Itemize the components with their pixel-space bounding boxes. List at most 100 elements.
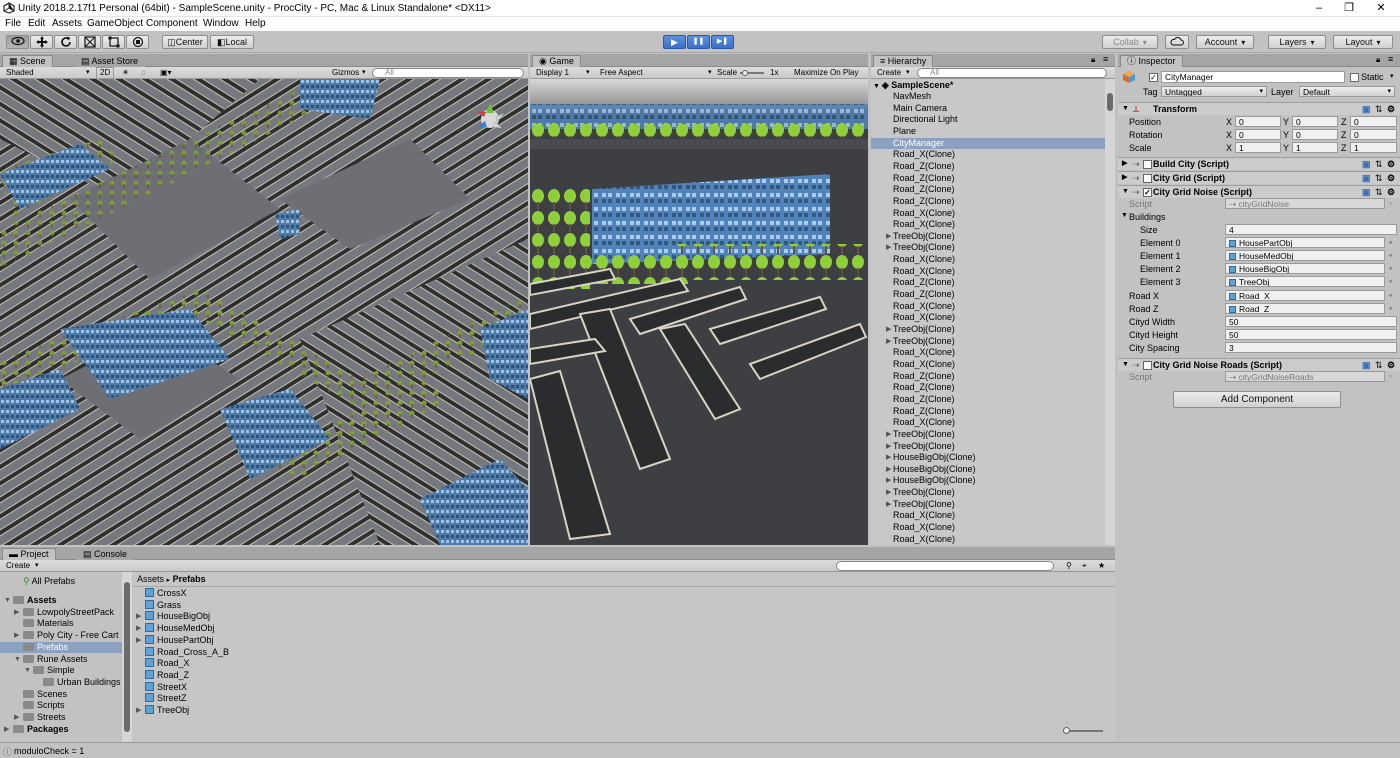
transform-tool-button[interactable] (126, 35, 149, 49)
step-button[interactable]: ▶❚ (711, 35, 734, 49)
road-z-field[interactable]: Road_Z (1225, 303, 1385, 314)
collapsed-chevron-icon[interactable]: ▶ (886, 452, 891, 464)
project-tree-scrollbar[interactable] (122, 572, 132, 742)
asset-item[interactable]: Road_Cross_A_B (133, 646, 533, 659)
hierarchy-item[interactable]: Road_X(Clone) (871, 510, 1105, 522)
axis-z-label[interactable]: Z (1341, 117, 1347, 127)
help-book-icon[interactable]: ▣ (1362, 359, 1371, 371)
hierarchy-item[interactable]: ▶ TreeObj(Clone) (871, 336, 1105, 348)
axis-z-label[interactable]: Z (1341, 130, 1347, 140)
hierarchy-item[interactable]: ▶ TreeObj(Clone) (871, 441, 1105, 453)
hierarchy-item[interactable]: Road_Z(Clone) (871, 406, 1105, 418)
preset-icon[interactable]: ⇅ (1375, 172, 1383, 184)
hierarchy-item[interactable]: Road_X(Clone) (871, 534, 1105, 545)
help-book-icon[interactable]: ▣ (1362, 103, 1371, 115)
axis-x-label[interactable]: X (1226, 130, 1232, 140)
transform-rotation-y-field[interactable]: 0 (1292, 129, 1338, 140)
road-x-field[interactable]: Road_X (1225, 290, 1385, 301)
asset-item[interactable]: Grass (133, 599, 533, 612)
project-folder-item[interactable]: ▼ Assets (0, 595, 122, 607)
asset-item[interactable]: StreetZ (133, 693, 533, 705)
object-picker-icon[interactable]: ◦ (1389, 263, 1392, 273)
static-chevron-icon[interactable]: ▾ (1390, 72, 1394, 80)
size-field[interactable]: 4 (1225, 224, 1397, 235)
maximize-on-play-toggle[interactable]: Maximize On Play (794, 67, 858, 79)
hierarchy-item[interactable]: Road_X(Clone) (871, 347, 1105, 359)
rect-tool-button[interactable] (102, 35, 125, 49)
collapsed-chevron-icon[interactable]: ▶ (136, 611, 141, 623)
panel-menu-icon[interactable]: ≡ (1103, 54, 1108, 64)
tag-dropdown[interactable]: Untagged ▾ (1161, 86, 1267, 97)
city-spacing-field[interactable]: 3 (1225, 342, 1397, 353)
hierarchy-item[interactable]: Road_X(Clone) (871, 208, 1105, 220)
tab-game[interactable]: ◉ Game (532, 55, 581, 67)
menu-edit[interactable]: Edit (28, 18, 45, 29)
hierarchy-item[interactable]: Road_X(Clone) (871, 522, 1105, 534)
hierarchy-item[interactable]: Road_X(Clone) (871, 219, 1105, 231)
scale-tool-button[interactable] (78, 35, 101, 49)
object-picker-icon[interactable]: ◦ (1389, 237, 1392, 247)
menu-assets[interactable]: Assets (52, 18, 82, 29)
collapsed-chevron-icon[interactable]: ▶ (886, 231, 891, 243)
hierarchy-item[interactable]: Road_Z(Clone) (871, 196, 1105, 208)
breadcrumb-prefabs[interactable]: Prefabs (173, 574, 206, 584)
element-1-field[interactable]: HouseMedObj (1225, 250, 1385, 261)
status-message[interactable]: moduloCheck = 1 (14, 746, 84, 756)
asset-item[interactable]: ▶ HouseBigObj (133, 611, 533, 623)
tab-asset-store[interactable]: ▤ Asset Store (74, 55, 146, 67)
lighting-toggle-icon[interactable]: ☀ (122, 67, 129, 79)
axis-y-label[interactable]: Y (1283, 130, 1289, 140)
hierarchy-item[interactable]: Plane (871, 126, 1105, 138)
hand-tool-button[interactable] (6, 35, 29, 49)
hierarchy-create-dropdown[interactable]: Create (877, 67, 901, 79)
gizmos-dropdown[interactable]: Gizmos (332, 67, 359, 79)
preset-icon[interactable]: ⇅ (1375, 186, 1383, 198)
asset-item[interactable]: ▶ HouseMedObj (133, 623, 533, 635)
scale-slider-thumb[interactable] (742, 70, 748, 76)
asset-item[interactable]: Road_X (133, 658, 533, 670)
search-by-type-icon[interactable]: ⚲ (1066, 560, 1072, 572)
asset-item[interactable]: ▶ HousePartObj (133, 634, 533, 647)
object-picker-icon[interactable]: ◦ (1389, 276, 1392, 286)
transform-scale-x-field[interactable]: 1 (1235, 142, 1281, 153)
hierarchy-item[interactable]: Road_Z(Clone) (871, 382, 1105, 394)
hierarchy-scrollbar[interactable] (1105, 79, 1115, 545)
hierarchy-item-selected[interactable]: CityManager (871, 137, 1105, 150)
hierarchy-item[interactable]: ▶ HouseBigObj(Clone) (871, 452, 1105, 464)
expanded-chevron-icon[interactable]: ▼ (4, 595, 11, 607)
hierarchy-item[interactable]: Road_X(Clone) (871, 149, 1105, 161)
collapsed-chevron-icon[interactable]: ▶ (14, 607, 19, 619)
build-city-component-header[interactable]: ▶ ⇢ Build City (Script) ▣ ⇅ ⚙ (1118, 157, 1400, 170)
axis-y-label[interactable]: Y (1283, 143, 1289, 153)
project-folder-item[interactable]: Materials (0, 618, 122, 630)
effects-toggle-icon[interactable]: ▣▾ (160, 67, 172, 79)
city-grid-noise-enabled-checkbox[interactable]: ✓ (1143, 188, 1152, 197)
object-picker-icon[interactable]: ◦ (1389, 250, 1392, 260)
element-2-field[interactable]: HouseBigObj (1225, 263, 1385, 274)
layout-dropdown[interactable]: Layout (1333, 35, 1393, 49)
hierarchy-item[interactable]: Road_Z(Clone) (871, 173, 1105, 185)
asset-item[interactable]: CrossX (133, 588, 533, 600)
project-folder-item[interactable]: ▶ Poly City - Free Cart (0, 630, 122, 642)
collapsed-chevron-icon[interactable]: ▶ (14, 712, 19, 724)
object-picker-icon[interactable]: ◦ (1389, 303, 1392, 313)
icon-size-slider-thumb[interactable] (1063, 727, 1070, 734)
shading-mode-dropdown[interactable]: Shaded (6, 67, 34, 79)
menu-file[interactable]: File (5, 18, 21, 29)
collapsed-chevron-icon[interactable]: ▶ (886, 441, 891, 453)
add-component-button[interactable]: Add Component (1173, 391, 1341, 408)
pause-button[interactable]: ❚❚ (687, 35, 710, 49)
hierarchy-item[interactable]: Road_X(Clone) (871, 266, 1105, 278)
collapsed-chevron-icon[interactable]: ▶ (886, 429, 891, 441)
axis-x-label[interactable]: X (1226, 117, 1232, 127)
component-gear-icon[interactable]: ⚙ (1387, 103, 1395, 115)
transform-scale-y-field[interactable]: 1 (1292, 142, 1338, 153)
hierarchy-item[interactable]: Main Camera (871, 103, 1105, 115)
help-book-icon[interactable]: ▣ (1362, 172, 1371, 184)
scene-search-input[interactable]: All (372, 68, 524, 78)
help-book-icon[interactable]: ▣ (1362, 186, 1371, 198)
audio-toggle-icon[interactable]: ♫ (140, 67, 146, 79)
hierarchy-item[interactable]: ▶ HouseBigObj(Clone) (871, 475, 1105, 487)
minimize-button[interactable]: – (1304, 1, 1334, 15)
build-city-enabled-checkbox[interactable] (1143, 160, 1152, 169)
